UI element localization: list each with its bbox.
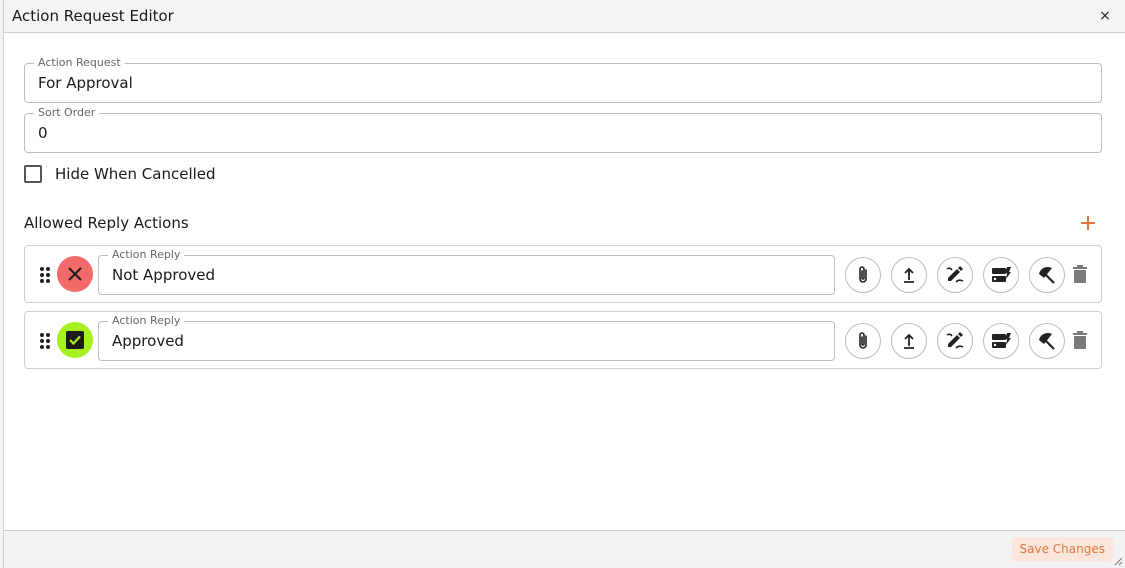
action-reply-input[interactable] — [112, 322, 821, 360]
allowed-reply-actions-title: Allowed Reply Actions — [24, 214, 189, 232]
upload-button[interactable] — [891, 323, 927, 359]
attach-button[interactable] — [845, 257, 881, 293]
paperclip-icon — [859, 332, 867, 349]
reply-row: Action Reply — [24, 311, 1102, 369]
upload-button[interactable] — [891, 257, 927, 293]
dialog-titlebar: Action Request Editor × — [4, 0, 1125, 33]
storage-action-button[interactable] — [983, 323, 1019, 359]
hide-when-cancelled-label: Hide When Cancelled — [55, 165, 216, 183]
edit-note-icon — [946, 266, 964, 283]
beach-access-button[interactable] — [1029, 323, 1065, 359]
action-reply-input[interactable] — [112, 256, 821, 294]
delete-reply-button[interactable] — [1071, 263, 1089, 285]
drag-handle-icon[interactable] — [39, 266, 51, 284]
dialog-footer: Save Changes — [4, 530, 1125, 568]
reply-status-button[interactable] — [57, 256, 93, 292]
close-button[interactable]: × — [1097, 6, 1113, 26]
add-reply-button[interactable] — [1078, 212, 1098, 234]
edit-note-icon — [946, 332, 964, 349]
drag-handle-icon[interactable] — [39, 332, 51, 350]
reply-row: Action Reply — [24, 245, 1102, 303]
action-reply-field: Action Reply — [98, 314, 835, 361]
beach-access-icon — [1039, 332, 1055, 350]
storage-bolt-icon — [992, 267, 1011, 282]
trash-icon — [1073, 265, 1087, 283]
sort-order-input[interactable] — [38, 114, 1088, 152]
plus-icon — [1081, 216, 1095, 230]
beach-access-button[interactable] — [1029, 257, 1065, 293]
delete-reply-button[interactable] — [1071, 329, 1089, 351]
resize-grip-icon[interactable] — [1113, 556, 1123, 566]
paperclip-icon — [859, 266, 867, 283]
dialog-title: Action Request Editor — [12, 7, 174, 25]
save-changes-button[interactable]: Save Changes — [1011, 537, 1113, 561]
beach-access-icon — [1039, 266, 1055, 284]
storage-action-button[interactable] — [983, 257, 1019, 293]
reply-status-button[interactable] — [57, 322, 93, 358]
hide-when-cancelled-checkbox[interactable] — [24, 165, 42, 183]
action-request-input[interactable] — [38, 64, 1088, 102]
trash-icon — [1073, 331, 1087, 349]
x-icon — [68, 267, 82, 281]
checkbox-checked-icon — [66, 331, 84, 349]
hide-when-cancelled-row: Hide When Cancelled — [24, 164, 216, 184]
sort-order-field: Sort Order — [24, 106, 1102, 153]
action-request-field: Action Request — [24, 56, 1102, 103]
edit-note-button[interactable] — [937, 323, 973, 359]
upload-icon — [904, 267, 914, 283]
attach-button[interactable] — [845, 323, 881, 359]
upload-icon — [904, 333, 914, 349]
storage-bolt-icon — [992, 333, 1011, 348]
action-request-editor-dialog: Action Request Editor × Action Request S… — [3, 0, 1125, 568]
action-reply-field: Action Reply — [98, 248, 835, 295]
edit-note-button[interactable] — [937, 257, 973, 293]
